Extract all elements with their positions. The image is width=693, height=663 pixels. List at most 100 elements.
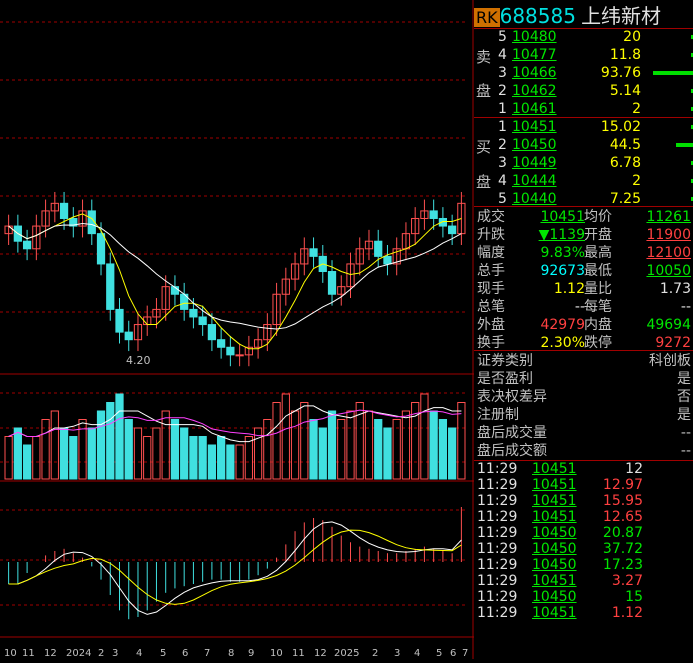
- asks-volume: 11.8: [609, 47, 641, 63]
- stats-row: 成交 10451 均价 11261: [474, 208, 693, 226]
- tick-row: 11:29 10451 1.12: [474, 605, 693, 621]
- macd-line: [8, 521, 462, 615]
- asks-row[interactable]: 5 10480 20: [474, 28, 693, 46]
- info-row: 表决权差异 否: [474, 388, 693, 406]
- volume-bar: [420, 393, 429, 480]
- x-axis-label: 2: [98, 648, 104, 659]
- tick-row: 11:29 10451 12: [474, 461, 693, 477]
- volume-bar: [180, 427, 189, 480]
- tick-list[interactable]: 11:29 10451 12 11:29 10451 12.97 11:29 10451 15.…: [474, 461, 693, 659]
- candle-body: [226, 346, 235, 356]
- quote-panel: RK 688585 上纬新材 卖 盘 5 10480 20 4 10477 11.8 3 104…: [474, 0, 693, 659]
- volume-bar: [327, 410, 337, 480]
- x-axis-label: 12: [314, 648, 327, 659]
- tick-volume: 15.95: [602, 493, 643, 509]
- stat-label: 每笔: [584, 299, 612, 315]
- asks-row[interactable]: 4 10477 11.8: [474, 46, 693, 64]
- info-value: --: [680, 443, 691, 459]
- stat-label: 幅度: [477, 245, 505, 261]
- candle-body: [235, 354, 244, 357]
- x-axis-label: 8: [228, 648, 234, 659]
- info-row: 是否盈利 是: [474, 370, 693, 388]
- info-value: 否: [677, 389, 691, 405]
- candle-body: [383, 255, 392, 265]
- asks-level: 1: [498, 101, 507, 117]
- tick-volume: 12.65: [602, 509, 643, 525]
- info-label: 是否盈利: [477, 371, 533, 387]
- tick-volume: 20.87: [602, 525, 643, 541]
- bids-price: 10449: [512, 155, 557, 171]
- asks-price: 10466: [512, 65, 557, 81]
- info-row: 注册制 是: [474, 406, 693, 424]
- bids-row[interactable]: 4 10444 2: [474, 172, 693, 190]
- volume-bar: [383, 427, 392, 480]
- tick-volume: 3.27: [611, 573, 643, 589]
- tick-row: 11:29 10451 12.65: [474, 509, 693, 525]
- x-axis-label: 7: [204, 648, 210, 659]
- volume-bar: [124, 419, 133, 480]
- volume-bar: [401, 410, 411, 480]
- x-axis-label: 2024: [66, 648, 91, 659]
- bids-row[interactable]: 1 10451 15.02: [474, 118, 693, 136]
- volume-bar: [300, 402, 309, 480]
- asks-row[interactable]: 3 10466 93.76: [474, 64, 693, 82]
- candle-body: [327, 271, 337, 295]
- stat-value: 9.83%: [540, 245, 585, 261]
- tick-time: 11:29: [477, 525, 518, 541]
- kline-chart-area[interactable]: 4.20 10 11 12 2024 2 3 4 5 6 7 8 9 10 11 12 2025 2 3 4 5 6 7: [0, 0, 474, 659]
- x-axis-label: 9: [248, 648, 254, 659]
- stat-label: 最低: [584, 263, 612, 279]
- volume-bar: [170, 419, 180, 480]
- volume-bar: [22, 444, 32, 480]
- asks-row[interactable]: 1 10461 2: [474, 100, 693, 118]
- stat-value: 11900: [646, 227, 691, 243]
- info-label: 盘后成交额: [477, 443, 547, 459]
- stat-value: 92673: [540, 263, 585, 279]
- candle-body: [96, 233, 106, 265]
- asks-level: 4: [498, 47, 507, 63]
- asks-volume: 5.14: [609, 83, 641, 99]
- volume-bar: [374, 419, 383, 480]
- tick-row: 11:29 10451 12.97: [474, 477, 693, 493]
- candle-body: [22, 240, 32, 250]
- asks-row[interactable]: 2 10462 5.14: [474, 82, 693, 100]
- info-label: 表决权差异: [477, 389, 547, 405]
- asks-volume: 20: [623, 29, 641, 45]
- x-axis-label: 12: [44, 648, 57, 659]
- stat-label: 现手: [477, 281, 505, 297]
- x-axis-label: 10: [270, 648, 283, 659]
- x-axis-label: 5: [160, 648, 166, 659]
- stats-row: 总笔 -- 每笔 --: [474, 298, 693, 316]
- volume-bar: [133, 427, 143, 480]
- volume-bar: [448, 427, 457, 480]
- bids-row[interactable]: 3 10449 6.78: [474, 154, 693, 172]
- tick-time: 11:29: [477, 477, 518, 493]
- info-value: 是: [677, 371, 691, 387]
- stat-label: 内盘: [584, 317, 612, 333]
- candle-body: [207, 324, 217, 341]
- tick-row: 11:29 10451 15.95: [474, 493, 693, 509]
- candle-body: [124, 331, 133, 341]
- x-axis-label: 11: [292, 648, 305, 659]
- x-axis-label: 4: [414, 648, 420, 659]
- info-label: 盘后成交量: [477, 425, 547, 441]
- volume-bar: [207, 444, 217, 480]
- volume-bar: [143, 436, 152, 480]
- volume-bar: [59, 427, 69, 480]
- tick-row: 11:29 10450 37.72: [474, 541, 693, 557]
- asks-level: 2: [498, 83, 507, 99]
- volume-bar: [198, 436, 207, 480]
- order-book: 卖 盘 5 10480 20 4 10477 11.8 3 10466 93.76 2 10462 5…: [474, 28, 693, 208]
- tick-row: 11:29 10450 15: [474, 589, 693, 605]
- stat-label: 开盘: [584, 227, 612, 243]
- tick-volume: 17.23: [602, 557, 643, 573]
- kline-chart[interactable]: 4.2010 11 12 2024 2 3 4 5 6 7 8 9 10 11 12 2025 2 3 4 5 6 7: [0, 0, 474, 659]
- stock-name: 上纬新材: [581, 4, 662, 28]
- bids-row[interactable]: 2 10450 44.5: [474, 136, 693, 154]
- bids-price: 10444: [512, 173, 557, 189]
- tick-price: 10450: [532, 557, 577, 573]
- tick-row: 11:29 10451 3.27: [474, 573, 693, 589]
- info-row: 盘后成交量 --: [474, 424, 693, 442]
- tick-row: 11:29 10450 17.23: [474, 557, 693, 573]
- stat-value: 42979: [540, 317, 585, 333]
